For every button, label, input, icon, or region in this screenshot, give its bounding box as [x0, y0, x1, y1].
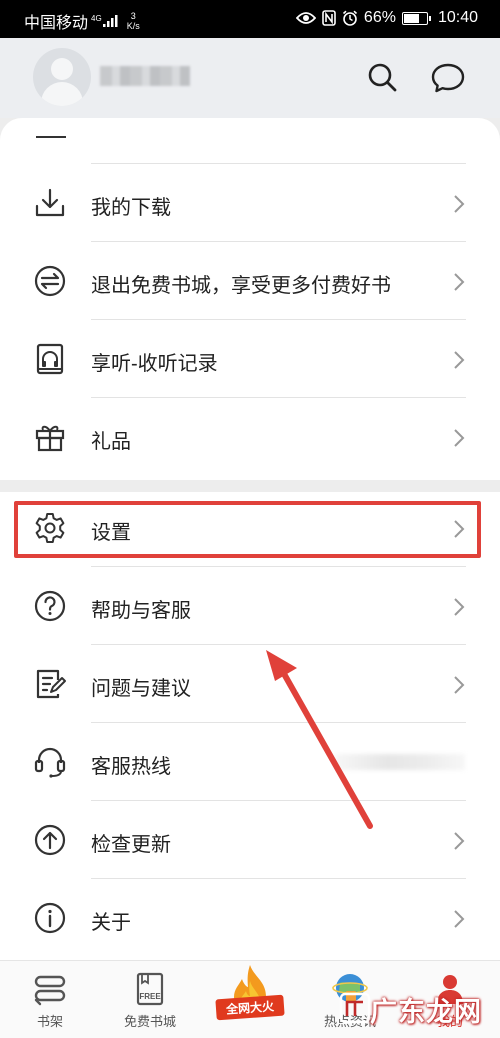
nav-bookshelf[interactable]: 书架 [0, 961, 100, 1038]
menu-item-settings[interactable]: 设置 [0, 489, 500, 567]
nav-label: 免费书城 [123, 1014, 176, 1029]
download-icon [35, 188, 65, 217]
chevron-right-icon [454, 429, 465, 447]
update-icon [34, 824, 66, 856]
network-type: 4G [91, 14, 102, 23]
phone-number-redacted [335, 754, 465, 770]
audiobook-icon [36, 343, 64, 375]
watermark-text: 广东龙网 [370, 997, 482, 1027]
bookshelf-icon [34, 975, 66, 1006]
chevron-right-icon [454, 351, 465, 369]
menu-item-exit-free-store[interactable]: 退出免费书城，享受更多付费好书 [0, 242, 500, 320]
signal-icon [102, 15, 118, 27]
battery-percent: 66% [363, 9, 396, 26]
chevron-right-icon [454, 832, 465, 850]
partial-menu-row [0, 118, 500, 164]
battery-icon [401, 11, 431, 25]
chevron-right-icon [454, 520, 465, 538]
chevron-right-icon [454, 598, 465, 616]
chevron-right-icon [454, 195, 465, 213]
nav-label: 书架 [36, 1014, 63, 1029]
username-redacted[interactable] [100, 66, 190, 86]
nav-free-store[interactable]: FREE 免费书城 [100, 961, 200, 1038]
profile-header [0, 38, 500, 118]
menu-item-label: 检查更新 [91, 834, 171, 856]
info-icon [34, 902, 66, 934]
menu-item-hotline[interactable]: 客服热线 [0, 723, 500, 801]
exchange-icon [34, 265, 66, 297]
alarm-icon [342, 10, 357, 26]
menu-item-feedback[interactable]: 问题与建议 [0, 645, 500, 723]
speed-unit: K/s [126, 21, 140, 31]
help-icon [34, 590, 66, 622]
nfc-icon [322, 10, 336, 26]
menu-item-label: 设置 [91, 522, 131, 544]
menu-item-about[interactable]: 关于 [0, 879, 500, 957]
svg-text:FREE: FREE [139, 992, 161, 1001]
gear-icon [35, 513, 65, 543]
speed-value: 3 [130, 11, 136, 21]
status-right: 66% 10:40 [295, 9, 478, 27]
eye-icon [295, 12, 316, 24]
search-icon[interactable] [364, 60, 400, 96]
chevron-right-icon [454, 676, 465, 694]
menu-item-gifts[interactable]: 礼品 [0, 398, 500, 476]
avatar[interactable] [33, 48, 91, 106]
menu-item-listening-history[interactable]: 享听-收听记录 [0, 320, 500, 398]
chevron-right-icon [454, 910, 465, 928]
watermark-logo [339, 992, 371, 1024]
free-book-icon: FREE [136, 972, 164, 1006]
menu-item-label: 礼品 [91, 431, 131, 453]
headset-icon [34, 747, 66, 778]
menu-item-label: 帮助与客服 [91, 600, 191, 622]
gift-icon [35, 425, 65, 452]
menu-item-label: 问题与建议 [91, 678, 191, 700]
chevron-right-icon [454, 273, 465, 291]
menu-item-label: 客服热线 [91, 756, 171, 778]
menu-item-label: 享听-收听记录 [91, 353, 218, 375]
feedback-icon [36, 669, 66, 699]
status-bar: 中国移动 4G 3 K/s 66% 10:40 [0, 0, 500, 38]
network-speed: 3 K/s [127, 11, 140, 31]
menu-item-check-update[interactable]: 检查更新 [0, 801, 500, 879]
nav-promo[interactable]: 全网大火 [200, 961, 300, 1038]
menu-item-downloads[interactable]: 我的下载 [0, 164, 500, 242]
menu-card: 我的下载 退出免费书城，享受更多付费好书 享听-收听记录 礼品 设置 帮助与客服… [0, 118, 500, 960]
status-left: 中国移动 4G 3 K/s [24, 9, 140, 33]
message-icon[interactable] [430, 60, 466, 96]
menu-item-label: 我的下载 [91, 197, 171, 219]
menu-item-label: 关于 [91, 912, 131, 934]
menu-item-label: 退出免费书城，享受更多付费好书 [91, 275, 391, 297]
carrier-name: 中国移动 [24, 15, 89, 32]
clock: 10:40 [437, 9, 478, 26]
menu-item-help-support[interactable]: 帮助与客服 [0, 567, 500, 645]
